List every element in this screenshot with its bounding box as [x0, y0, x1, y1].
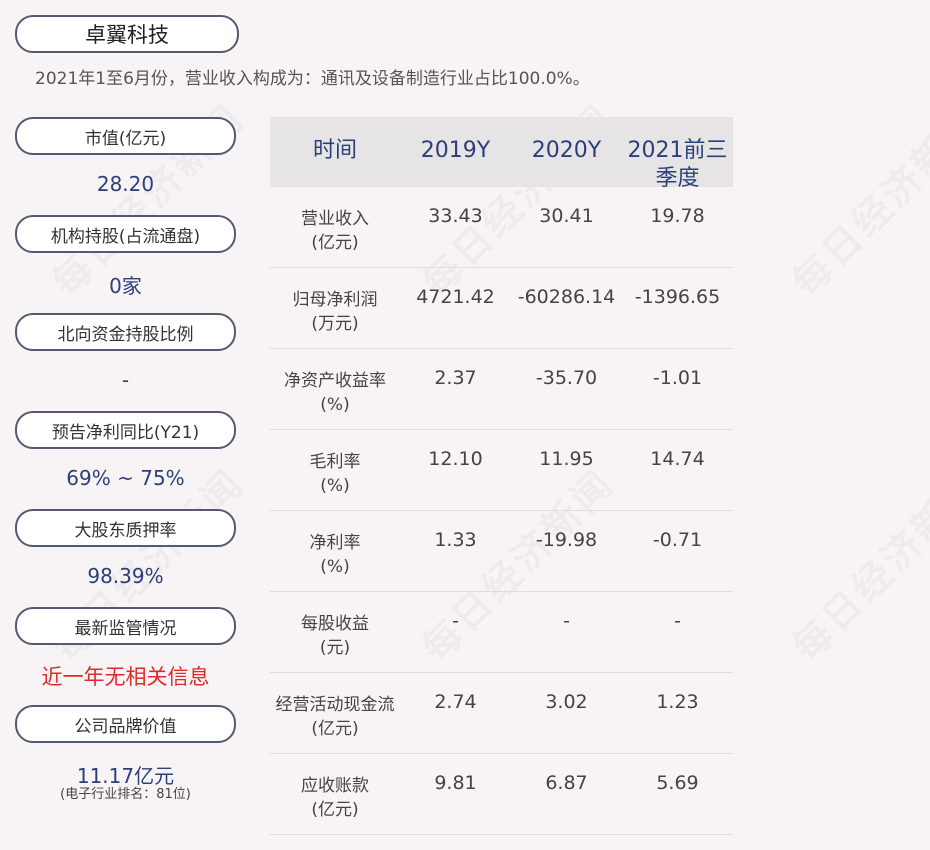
- row-label: 应收账款 (亿元): [270, 754, 400, 834]
- table-cell: -1.01: [652, 367, 703, 389]
- metric-value-market-cap: 28.20: [96, 172, 155, 196]
- table-row: 净利率 (%) 1.33 -19.98 -0.71: [270, 511, 733, 592]
- row-label-name: 毛利率: [309, 452, 361, 472]
- table-row: 应收账款 (亿元) 9.81 6.87 5.69: [270, 754, 733, 835]
- table-cell: 14.74: [650, 448, 705, 470]
- metric-label-northbound-ratio: 北向资金持股比例: [15, 313, 236, 351]
- table-cell: 11.95: [539, 448, 594, 470]
- table-cell: -35.70: [535, 367, 598, 389]
- company-title: 卓翼科技: [15, 15, 239, 53]
- row-label-unit: (亿元): [311, 800, 359, 820]
- row-label-name: 净资产收益率: [284, 371, 386, 391]
- row-label: 每股收益 (元): [270, 592, 400, 672]
- row-label: 营业收入 (亿元): [270, 187, 400, 267]
- metric-value-regulatory-status: 近一年无相关信息: [41, 665, 210, 689]
- financial-table: 时间 2019Y 2020Y 2021前三季度 营业收入 (亿元) 33.43 …: [270, 117, 733, 835]
- row-label-unit: (%): [320, 476, 350, 496]
- row-label-name: 应收账款: [301, 776, 369, 796]
- metric-note-brand-rank: (电子行业排名：81位): [60, 787, 191, 802]
- table-cell: 4721.42: [416, 286, 495, 308]
- table-cell: 30.41: [539, 205, 594, 227]
- metric-label-brand-value: 公司品牌价值: [15, 705, 236, 743]
- row-label-unit: (元): [319, 638, 351, 658]
- metric-label-regulatory-status: 最新监管情况: [15, 607, 236, 645]
- row-label-unit: (亿元): [311, 233, 359, 253]
- metric-label-market-cap: 市值(亿元): [15, 117, 236, 155]
- table-row: 归母净利润 (万元) 4721.42 -60286.14 -1396.65: [270, 268, 733, 349]
- row-label: 归母净利润 (万元): [270, 268, 400, 348]
- metric-value-institutional-holdings: 0家: [109, 274, 142, 298]
- table-cell: 12.10: [428, 448, 483, 470]
- metric-label-institutional-holdings: 机构持股(占流通盘): [15, 215, 236, 253]
- table-cell: 5.69: [656, 772, 699, 794]
- table-cell: 2.74: [434, 691, 477, 713]
- table-cell: 1.33: [434, 529, 477, 551]
- row-label-unit: (%): [320, 395, 350, 415]
- row-label: 净资产收益率 (%): [270, 349, 400, 429]
- row-label-unit: (万元): [311, 314, 359, 334]
- table-header-time: 时间: [312, 138, 357, 163]
- table-header-2020: 2020Y: [531, 138, 602, 163]
- row-label-name: 经营活动现金流: [275, 695, 395, 715]
- table-cell: 19.78: [650, 205, 705, 227]
- metric-label-profit-forecast: 预告净利同比(Y21): [15, 411, 236, 449]
- table-row: 净资产收益率 (%) 2.37 -35.70 -1.01: [270, 349, 733, 430]
- revenue-composition-note: 2021年1至6月份，营业收入构成为：通讯及设备制造行业占比100.0%。: [35, 69, 590, 89]
- table-row: 经营活动现金流 (亿元) 2.74 3.02 1.23: [270, 673, 733, 754]
- table-row: 营业收入 (亿元) 33.43 30.41 19.78: [270, 187, 733, 268]
- table-cell: -: [452, 610, 459, 632]
- table-cell: -: [563, 610, 570, 632]
- table-cell: 3.02: [545, 691, 588, 713]
- row-label: 净利率 (%): [270, 511, 400, 591]
- row-label: 经营活动现金流 (亿元): [270, 673, 400, 753]
- table-cell: 1.23: [656, 691, 699, 713]
- table-row: 每股收益 (元) - - -: [270, 592, 733, 673]
- row-label-name: 每股收益: [301, 614, 369, 634]
- metric-label-pledge-ratio: 大股东质押率: [15, 509, 236, 547]
- table-cell: -60286.14: [517, 286, 616, 308]
- watermark: 每日经济新闻: [777, 89, 930, 306]
- row-label-unit: (亿元): [311, 719, 359, 739]
- table-header-2019: 2019Y: [420, 138, 491, 163]
- table-header-2021q3: 2021前三季度: [627, 138, 728, 191]
- row-label-name: 归母净利润: [292, 290, 378, 310]
- table-cell: -1396.65: [634, 286, 721, 308]
- table-row: 毛利率 (%) 12.10 11.95 14.74: [270, 430, 733, 511]
- table-cell: 2.37: [434, 367, 477, 389]
- table-cell: 33.43: [428, 205, 483, 227]
- metric-value-pledge-ratio: 98.39%: [87, 564, 164, 588]
- table-cell: -0.71: [652, 529, 703, 551]
- row-label-name: 营业收入: [301, 209, 369, 229]
- table-cell: 9.81: [434, 772, 477, 794]
- table-cell: -: [674, 610, 681, 632]
- table-header-row: 时间 2019Y 2020Y 2021前三季度: [270, 117, 733, 191]
- page: 每日经济新闻 每日经济新闻 每日经济新闻 每日经济新闻 每日经济新闻 每日经济新…: [0, 0, 930, 850]
- row-label-name: 净利率: [309, 533, 361, 553]
- table-cell: 6.87: [545, 772, 588, 794]
- metric-value-northbound-ratio: -: [121, 368, 130, 392]
- table-cell: -19.98: [535, 529, 598, 551]
- row-label: 毛利率 (%): [270, 430, 400, 510]
- row-label-unit: (%): [320, 557, 350, 577]
- metric-value-profit-forecast: 69% ~ 75%: [66, 466, 185, 490]
- watermark: 每日经济新闻: [777, 454, 930, 671]
